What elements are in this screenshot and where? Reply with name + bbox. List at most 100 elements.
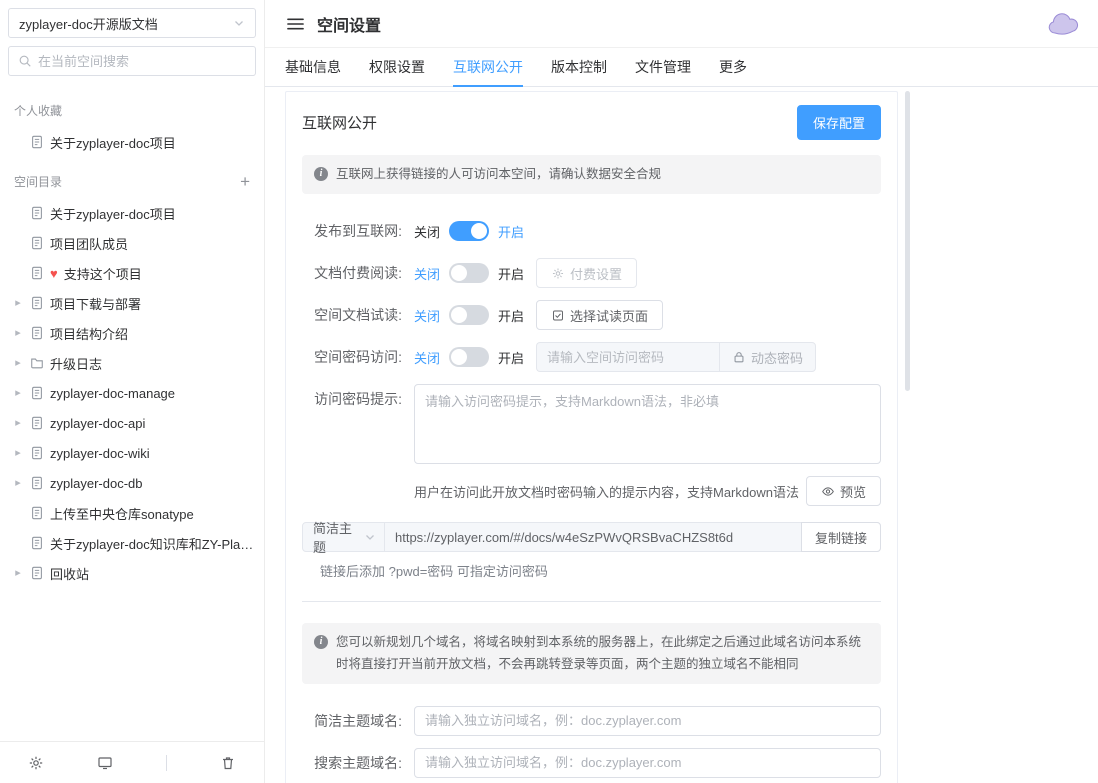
- sidebar-item[interactable]: ▸ zyplayer-doc-db: [0, 468, 264, 498]
- add-doc-button[interactable]: +: [240, 173, 250, 190]
- panel-title: 互联网公开: [302, 112, 377, 133]
- space-selector[interactable]: zyplayer-doc开源版文档: [8, 8, 256, 38]
- heart-icon: ♥: [50, 267, 58, 280]
- document-icon: [30, 506, 44, 520]
- tab-file-management[interactable]: 文件管理: [635, 48, 691, 87]
- info-icon: i: [314, 167, 328, 181]
- trial-off-label: 关闭: [414, 306, 440, 325]
- gear-icon: [551, 267, 565, 280]
- copy-link-button[interactable]: 复制链接: [801, 522, 881, 552]
- sidebar-footer: [0, 741, 264, 783]
- publish-toggle[interactable]: [449, 221, 489, 241]
- sidebar-item-label: zyplayer-doc-manage: [50, 386, 175, 401]
- page-title: 空间设置: [317, 12, 381, 36]
- chevron-down-icon: [233, 17, 245, 29]
- space-password-input[interactable]: [536, 342, 719, 372]
- password-hint-label: 访问密码提示:: [302, 384, 402, 414]
- link-helper-text: 链接后添加 ?pwd=密码 可指定访问密码: [320, 561, 881, 580]
- trial-reading-toggle[interactable]: [449, 305, 489, 325]
- sidebar-item-label: 关于zyplayer-doc项目: [50, 204, 176, 223]
- password-access-toggle[interactable]: [449, 347, 489, 367]
- settings-content: 互联网公开 保存配置 i 互联网上获得链接的人可访问本空间，请确认数据安全合规 …: [265, 88, 912, 783]
- search-domain-label: 搜索主题域名:: [302, 748, 402, 778]
- search-box[interactable]: [8, 46, 256, 76]
- tab-basic-info[interactable]: 基础信息: [285, 48, 341, 87]
- caret-right-icon[interactable]: ▸: [12, 478, 24, 489]
- document-icon: [30, 135, 44, 149]
- paid-off-label: 关闭: [414, 264, 440, 283]
- space-selector-value: zyplayer-doc开源版文档: [19, 14, 158, 33]
- document-icon: [30, 416, 44, 430]
- search-domain-input[interactable]: [414, 748, 881, 778]
- sidebar-item[interactable]: ♥ 支持这个项目: [0, 258, 264, 288]
- domain-notice-banner: i 您可以新规划几个域名，将域名映射到本系统的服务器上，在此绑定之后通过此域名访…: [302, 623, 881, 684]
- document-icon: [30, 326, 44, 340]
- search-icon: [18, 54, 32, 68]
- search-domain-row: 搜索主题域名:: [302, 748, 881, 778]
- dynamic-password-button[interactable]: 动态密码: [719, 342, 816, 372]
- caret-right-icon[interactable]: ▸: [12, 298, 24, 309]
- board-icon[interactable]: [97, 755, 113, 771]
- sidebar-item-label: 项目结构介绍: [50, 324, 128, 343]
- caret-right-icon[interactable]: ▸: [12, 418, 24, 429]
- sidebar-item[interactable]: ▸ zyplayer-doc-wiki: [0, 438, 264, 468]
- caret-right-icon[interactable]: ▸: [12, 568, 24, 579]
- eye-icon: [821, 485, 835, 498]
- simple-domain-label: 简洁主题域名:: [302, 706, 402, 736]
- tab-internet-public[interactable]: 互联网公开: [453, 48, 523, 87]
- check-square-icon: [551, 309, 565, 322]
- tab-more[interactable]: 更多: [719, 48, 747, 87]
- search-input[interactable]: [38, 54, 246, 69]
- caret-right-icon[interactable]: ▸: [12, 388, 24, 399]
- publish-off-label: 关闭: [414, 222, 440, 241]
- sidebar-item-label: 升级日志: [50, 354, 102, 373]
- tab-version-control[interactable]: 版本控制: [551, 48, 607, 87]
- main-header: 空间设置: [265, 0, 1098, 48]
- footer-divider: [166, 755, 167, 771]
- publish-label: 发布到互联网:: [302, 216, 402, 246]
- paid-reading-row: 文档付费阅读: 关闭 开启 付费设置: [302, 258, 881, 288]
- caret-right-icon[interactable]: ▸: [12, 448, 24, 459]
- trash-icon[interactable]: [220, 755, 236, 771]
- sidebar-item-label: 项目下载与部署: [50, 294, 141, 313]
- sidebar-item-label: 关于zyplayer-doc知识库和ZY-Player播放...: [50, 534, 256, 553]
- sidebar-item[interactable]: 项目团队成员: [0, 228, 264, 258]
- trial-reading-row: 空间文档试读: 关闭 开启 选择试读页面: [302, 300, 881, 330]
- tab-permissions[interactable]: 权限设置: [369, 48, 425, 87]
- cloud-logo-icon[interactable]: [1046, 12, 1080, 36]
- caret-right-icon[interactable]: ▸: [12, 328, 24, 339]
- gear-icon[interactable]: [28, 755, 44, 771]
- favorites-section-title: 个人收藏: [0, 86, 264, 127]
- banner-text: 互联网上获得链接的人可访问本空间，请确认数据安全合规: [336, 164, 661, 185]
- sidebar-item[interactable]: 上传至中央仓库sonatype: [0, 498, 264, 528]
- document-icon: [30, 236, 44, 250]
- sidebar-item[interactable]: ▸ 升级日志: [0, 348, 264, 378]
- share-url: https://zyplayer.com/#/docs/w4eSzPWvQRSB…: [385, 523, 801, 551]
- password-hint-textarea[interactable]: [414, 384, 881, 464]
- document-icon: [30, 206, 44, 220]
- paid-reading-toggle[interactable]: [449, 263, 489, 283]
- password-hint-row: 访问密码提示:: [302, 384, 881, 464]
- sidebar-item[interactable]: 关于zyplayer-doc知识库和ZY-Player播放...: [0, 528, 264, 558]
- paid-settings-button[interactable]: 付费设置: [536, 258, 637, 288]
- preview-button[interactable]: 预览: [806, 476, 881, 506]
- sidebar-item-label: 上传至中央仓库sonatype: [50, 504, 194, 523]
- favorite-item[interactable]: 关于zyplayer-doc项目: [0, 127, 264, 157]
- theme-select[interactable]: 简洁主题: [303, 523, 385, 551]
- sidebar: zyplayer-doc开源版文档 个人收藏 关于zyplayer-doc项目 …: [0, 0, 265, 783]
- caret-right-icon[interactable]: ▸: [12, 358, 24, 369]
- sidebar-item[interactable]: ▸ zyplayer-doc-api: [0, 408, 264, 438]
- sidebar-item[interactable]: ▸ zyplayer-doc-manage: [0, 378, 264, 408]
- sidebar-item-recycle[interactable]: ▸ 回收站: [0, 558, 264, 588]
- menu-icon[interactable]: [287, 17, 304, 31]
- sidebar-item[interactable]: ▸ 项目下载与部署: [0, 288, 264, 318]
- folder-icon: [30, 356, 44, 370]
- select-trial-pages-button[interactable]: 选择试读页面: [536, 300, 663, 330]
- sidebar-item[interactable]: 关于zyplayer-doc项目: [0, 198, 264, 228]
- password-on-label: 开启: [498, 348, 524, 367]
- scrollbar-thumb[interactable]: [905, 91, 910, 391]
- sidebar-item[interactable]: ▸ 项目结构介绍: [0, 318, 264, 348]
- simple-domain-input[interactable]: [414, 706, 881, 736]
- save-config-button[interactable]: 保存配置: [797, 105, 881, 140]
- internet-public-panel: 互联网公开 保存配置 i 互联网上获得链接的人可访问本空间，请确认数据安全合规 …: [285, 91, 898, 783]
